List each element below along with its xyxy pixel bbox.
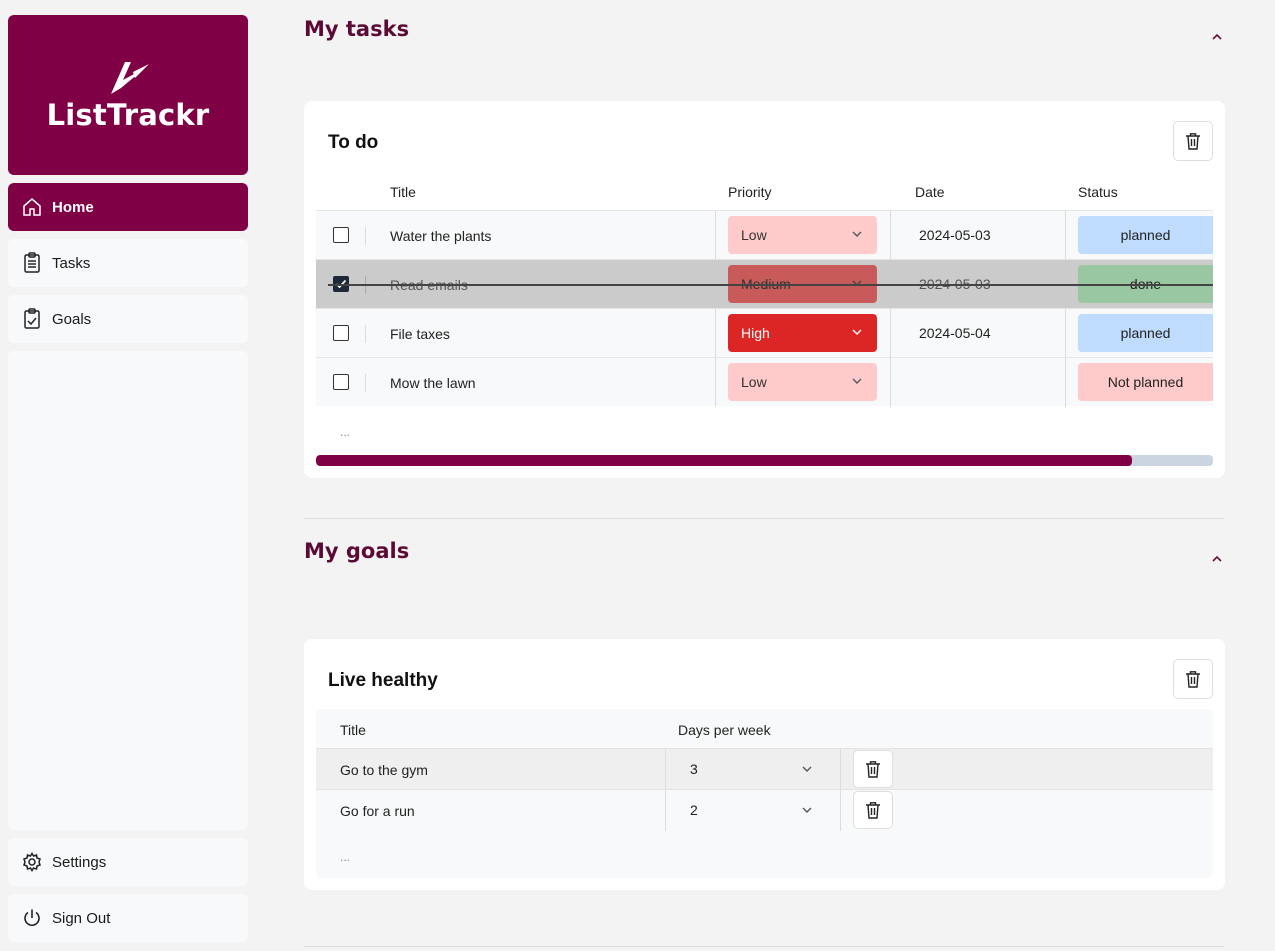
sidebar-item-label: Goals [52,310,92,328]
sidebar-spacer [8,351,248,830]
days-select[interactable]: 3 [690,761,698,777]
chevron-up-icon [1212,555,1222,562]
strikethrough-line [328,284,1213,286]
delete-row-button[interactable] [853,750,893,788]
chevron-down-icon [852,378,862,384]
goal-title: Go to the gym [340,762,428,778]
todo-card-title: To do [328,132,379,153]
priority-value: Low [741,227,767,243]
row-checkbox[interactable] [333,325,349,341]
sidebar-item-label: Tasks [52,254,91,272]
status-badge[interactable]: planned [1078,216,1213,254]
priority-select[interactable]: Low [728,216,877,254]
sidebar-item-home[interactable]: Home [8,183,248,231]
progress-bar [316,455,1213,466]
table-row: File taxes High 2024-05-04 planned [316,308,1213,358]
table-row: Go to the gym 3 [316,748,1213,790]
trash-icon [866,761,880,778]
trash-icon [1186,133,1200,150]
chevron-down-icon [852,280,862,286]
status-badge[interactable]: Not planned [1078,363,1213,401]
priority-select[interactable]: High [728,314,877,352]
chevron-down-icon [852,231,862,237]
todo-card: To do Title Priority Date Status Water t… [304,101,1225,478]
col-title: Title [340,722,366,738]
chevron-down-icon [802,807,812,813]
sidebar-item-label: Sign Out [52,909,111,927]
tasks-section-title: My tasks [304,17,410,41]
sidebar-item-sign-out[interactable]: Sign Out [8,894,248,942]
priority-value: Low [741,374,767,390]
priority-value: High [741,325,770,341]
row-checkbox[interactable] [333,227,349,243]
chevron-down-icon [802,766,812,772]
col-priority: Priority [728,184,772,200]
progress-fill [316,455,1133,466]
row-checkbox[interactable] [333,374,349,390]
app-name: ListTrackr [46,98,210,132]
section-divider [304,946,1224,947]
trash-icon [866,802,880,819]
task-title: Mow the lawn [390,375,476,391]
task-title: Water the plants [390,228,492,244]
goal-title: Go for a run [340,803,415,819]
clipboard-icon [21,252,43,274]
goal-card-title: Live healthy [328,670,438,691]
table-row: Water the plants Low 2024-05-03 planned [316,210,1213,260]
days-select[interactable]: 2 [690,802,698,818]
delete-row-button[interactable] [853,791,893,829]
sidebar-item-goals[interactable]: Goals [8,295,248,343]
sidebar-item-settings[interactable]: Settings [8,838,248,886]
logo-mark-icon [111,62,149,94]
priority-select[interactable]: Low [728,363,877,401]
task-date[interactable]: 2024-05-03 [919,227,991,243]
status-badge[interactable]: planned [1078,314,1213,352]
goals-section-title: My goals [304,539,410,563]
more-rows-indicator: ... [340,425,351,439]
goals-collapse-button[interactable] [1207,549,1227,569]
col-days-per-week: Days per week [678,722,771,738]
power-icon [21,907,43,929]
delete-goal-button[interactable] [1173,659,1213,699]
more-rows-indicator: ... [340,850,351,864]
sidebar-item-label: Settings [52,853,107,871]
section-divider [304,518,1224,519]
goal-table: Title Days per week Go to the gym 3 Go f… [316,709,1213,878]
sidebar-item-tasks[interactable]: Tasks [8,239,248,287]
col-date: Date [915,184,945,200]
task-date[interactable]: 2024-05-04 [919,325,991,341]
home-icon [21,196,43,218]
sidebar-item-label: Home [52,198,94,216]
chevron-down-icon [852,329,862,335]
delete-list-button[interactable] [1173,121,1213,161]
table-row: Mow the lawn Low Not planned [316,357,1213,407]
clipboard-check-icon [21,308,43,330]
app-logo: ListTrackr [8,15,248,175]
trash-icon [1186,671,1200,688]
tasks-collapse-button[interactable] [1207,27,1227,47]
table-row: Go for a run 2 [316,789,1213,831]
chevron-up-icon [1212,33,1222,40]
task-title: File taxes [390,326,450,342]
table-row: Read emails Medium 2024-05-03 done [316,259,1213,308]
col-status: Status [1078,184,1118,200]
col-title: Title [390,184,416,200]
gear-icon [21,851,43,873]
goal-card: Live healthy Title Days per week Go to t… [304,639,1225,890]
